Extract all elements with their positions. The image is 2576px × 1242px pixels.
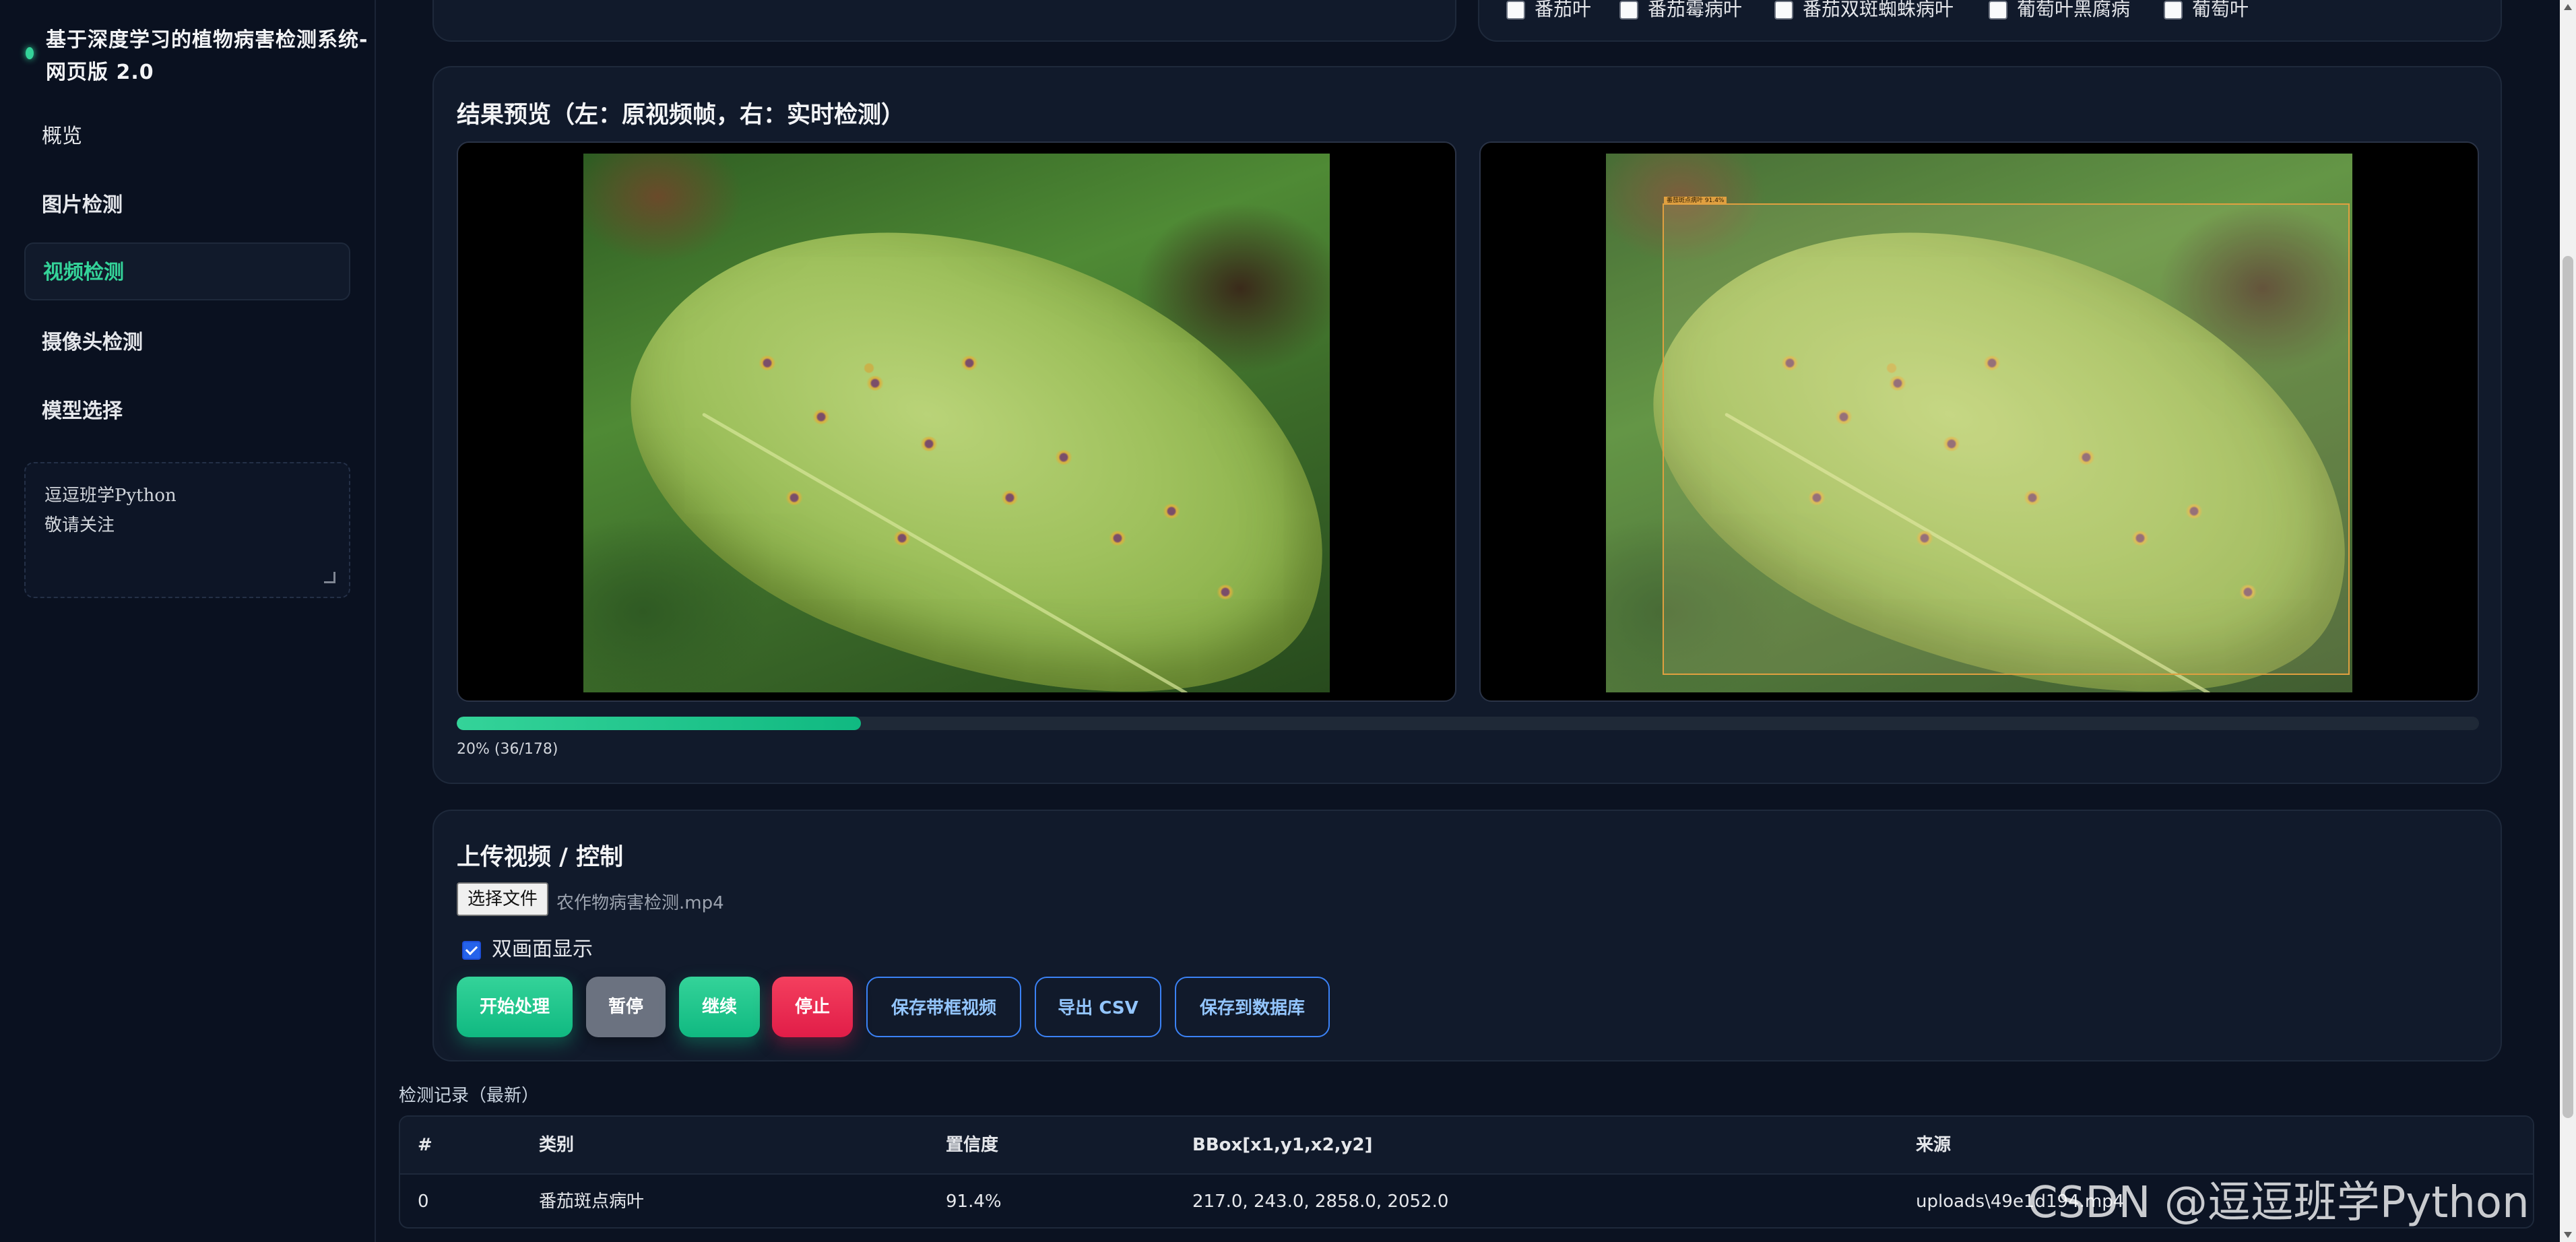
row-bbox: 217.0, 243.0, 2858.0, 2052.0 [1192, 1191, 1449, 1212]
column-header: 置信度 [946, 1135, 999, 1155]
checkbox-icon[interactable] [2164, 1, 2183, 20]
save-annotated-video-button[interactable]: 保存带框视频 [866, 977, 1021, 1037]
scroll-up-icon[interactable] [2564, 4, 2572, 10]
choose-file-button[interactable]: 选择文件 [457, 882, 549, 916]
preview-title: 结果预览（左：原视频帧，右：实时检测） [457, 102, 905, 129]
progress-text: 20% (36/178) [457, 741, 558, 758]
progress-bar [457, 717, 2479, 730]
video-frame-image [583, 154, 1330, 692]
settings-panel [432, 0, 1456, 42]
checkbox-icon[interactable] [1989, 1, 2007, 20]
save-to-database-button[interactable]: 保存到数据库 [1175, 977, 1330, 1037]
column-header: BBox[x1,y1,x2,y2] [1192, 1135, 1373, 1155]
dual-view-label: 双画面显示 [492, 938, 593, 961]
nav-item-model-select[interactable]: 模型选择 [24, 383, 350, 440]
scroll-thumb[interactable] [2563, 256, 2573, 1118]
row-confidence: 91.4% [946, 1191, 1002, 1212]
class-label: 葡萄叶黑腐病 [2017, 0, 2131, 20]
detection-bbox: 番茄斑点病叶 91.4% [1663, 197, 2350, 675]
table-header: # 类别 置信度 BBox[x1,y1,x2,y2] 来源 [400, 1117, 2533, 1175]
class-checkbox[interactable]: 番茄霉病叶 [1619, 0, 1742, 22]
upload-title: 上传视频 / 控制 [457, 844, 624, 871]
progress-fill [457, 717, 862, 730]
dual-view-checkbox[interactable]: 双画面显示 [462, 932, 593, 962]
note-line: 敬请关注 [44, 515, 115, 535]
detection-frame-view: 番茄斑点病叶 91.4% [1479, 141, 2479, 702]
original-frame-view [457, 141, 1456, 702]
stop-button[interactable]: 停止 [772, 977, 853, 1037]
scroll-down-icon[interactable] [2564, 1232, 2572, 1238]
nav-item-overview[interactable]: 概览 [24, 108, 350, 166]
class-label: 番茄双斑蜘蛛病叶 [1803, 0, 1954, 20]
status-dot-icon [26, 47, 34, 59]
page-scrollbar[interactable] [2560, 0, 2576, 1242]
note-line: 逗逗班学Python [44, 486, 176, 506]
row-index: 0 [418, 1191, 429, 1212]
preview-panel: 结果预览（左：原视频帧，右：实时检测） 番茄斑点病叶 91.4% 20% (36… [432, 66, 2502, 784]
class-checkbox[interactable]: 葡萄叶 [2164, 0, 2249, 22]
class-filter-panel: 番茄叶 番茄霉病叶 番茄双斑蜘蛛病叶 葡萄叶黑腐病 葡萄叶 [1478, 0, 2502, 42]
upload-control-panel: 上传视频 / 控制 选择文件 农作物病害检测.mp4 双画面显示 开始处理 暂停… [432, 810, 2502, 1061]
class-checkbox[interactable]: 葡萄叶黑腐病 [1989, 0, 2130, 22]
class-checkbox[interactable]: 番茄叶 [1506, 0, 1591, 22]
class-label: 葡萄叶 [2192, 0, 2249, 20]
sidebar: 基于深度学习的植物病害检测系统-网页版 2.0 概览 图片检测 视频检测 摄像头… [0, 0, 376, 1242]
selected-file-name: 农作物病害检测.mp4 [556, 893, 724, 913]
pause-button[interactable]: 暂停 [586, 977, 666, 1037]
checkbox-icon[interactable] [1506, 1, 1525, 20]
nav-item-video-detection[interactable]: 视频检测 [24, 242, 350, 300]
resize-handle-icon[interactable] [324, 572, 335, 583]
bbox-label: 番茄斑点病叶 91.4% [1664, 197, 1727, 205]
class-label: 番茄霉病叶 [1648, 0, 1743, 20]
start-button[interactable]: 开始处理 [457, 977, 573, 1037]
records-title: 检测记录（最新） [399, 1086, 540, 1106]
column-header: # [418, 1135, 432, 1155]
row-class: 番茄斑点病叶 [539, 1191, 645, 1212]
checkbox-checked-icon[interactable] [462, 940, 481, 960]
resume-button[interactable]: 继续 [679, 977, 760, 1037]
checkbox-icon[interactable] [1774, 1, 1793, 20]
class-label: 番茄叶 [1535, 0, 1592, 20]
export-csv-button[interactable]: 导出 CSV [1035, 977, 1161, 1037]
checkbox-icon[interactable] [1619, 1, 1638, 20]
column-header: 来源 [1916, 1135, 1952, 1155]
nav-item-camera-detection[interactable]: 摄像头检测 [24, 314, 350, 372]
column-header: 类别 [539, 1135, 575, 1155]
note-textarea[interactable]: 逗逗班学Python 敬请关注 [24, 462, 350, 598]
nav-item-image-detection[interactable]: 图片检测 [24, 176, 350, 234]
class-checkbox[interactable]: 番茄双斑蜘蛛病叶 [1774, 0, 1954, 22]
watermark: CSDN @逗逗班学Python [2028, 1178, 2530, 1228]
app-title: 基于深度学习的植物病害检测系统-网页版 2.0 [46, 28, 368, 84]
detection-frame-image: 番茄斑点病叶 91.4% [1606, 154, 2352, 692]
